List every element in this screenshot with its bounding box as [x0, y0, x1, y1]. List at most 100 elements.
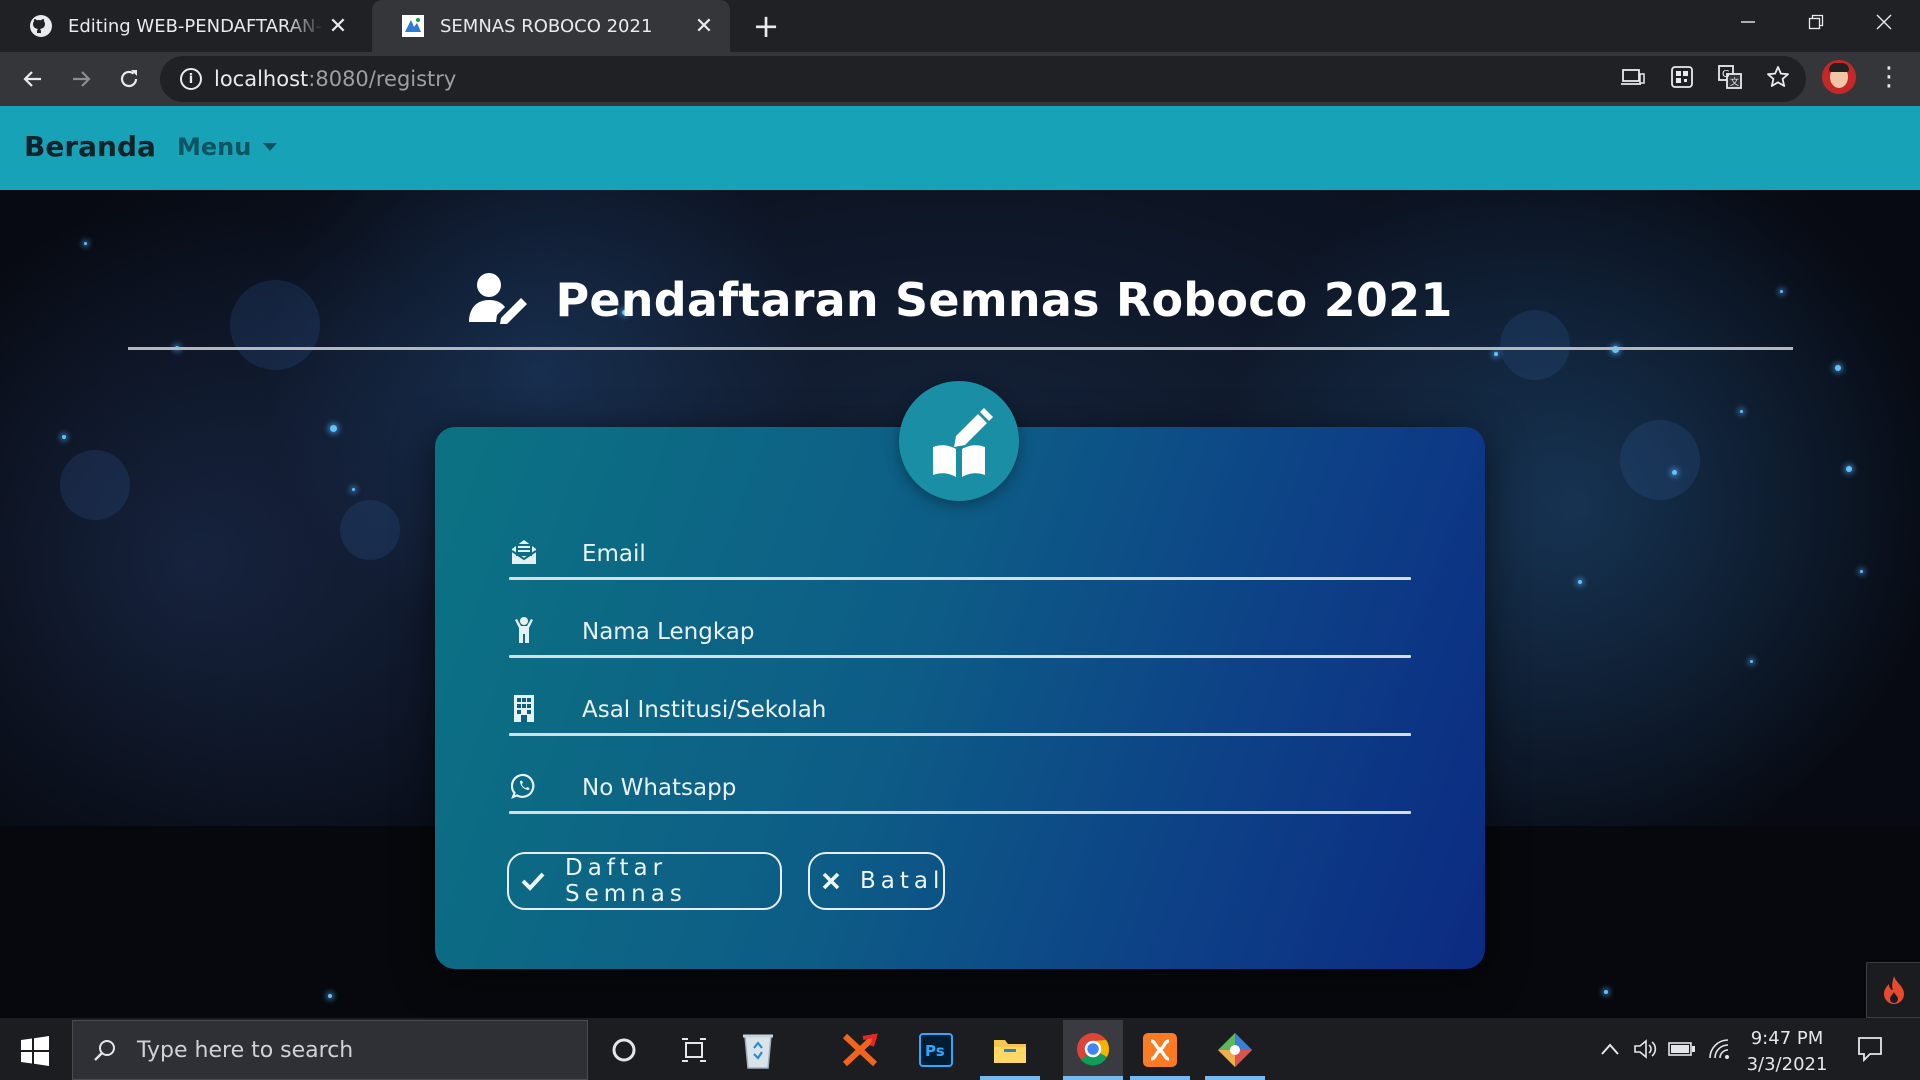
forward-arrow-icon[interactable] [62, 60, 100, 98]
cancel-label: Batal [860, 868, 945, 894]
close-icon [822, 868, 840, 894]
file-explorer-icon[interactable] [988, 1028, 1032, 1072]
xampp-control-icon[interactable] [1138, 1028, 1182, 1072]
whatsapp-icon [509, 771, 539, 801]
star-dot [1846, 466, 1852, 472]
cast-device-icon[interactable] [1620, 64, 1646, 90]
star-dot [62, 435, 66, 439]
tab-title: SEMNAS ROBOCO 2021 [440, 15, 653, 37]
close-tab-icon[interactable]: ✕ [324, 14, 352, 39]
nav-brand-link[interactable]: Beranda [24, 130, 156, 163]
new-tab-button[interactable]: + [748, 8, 784, 44]
address-bar[interactable]: i localhost:8080/registry [160, 56, 1806, 102]
child-person-icon [509, 615, 539, 645]
nav-menu-dropdown[interactable]: Menu [177, 133, 278, 161]
field-underline [509, 577, 1411, 580]
page-heading: Pendaftaran Semnas Roboco 2021 [0, 272, 1920, 328]
url-host: localhost [214, 67, 309, 91]
star-dot [1750, 660, 1753, 663]
check-icon [521, 868, 545, 894]
browser-tab-strip: Editing WEB-PENDAFTARAN-CODEIGNITER ✕ SE… [0, 0, 1920, 52]
svg-text:G: G [1722, 69, 1730, 80]
restore-icon[interactable] [1782, 0, 1850, 44]
star-dot [1740, 410, 1743, 413]
caret-down-icon [263, 143, 278, 151]
bokeh [1620, 420, 1700, 500]
reload-icon[interactable] [110, 60, 148, 98]
clock-date: 3/3/2021 [1746, 1054, 1828, 1075]
back-arrow-icon[interactable] [14, 60, 52, 98]
full-name-label: Nama Lengkap [582, 619, 755, 645]
submit-register-button[interactable]: Daftar Semnas [507, 852, 782, 910]
star-dot [84, 242, 87, 245]
chevron-up-icon[interactable] [1594, 1034, 1626, 1064]
bokeh [340, 500, 400, 560]
field-underline [509, 733, 1411, 736]
github-icon [28, 13, 54, 39]
nav-menu-label: Menu [177, 133, 252, 161]
svg-text:Ps: Ps [925, 1042, 945, 1060]
form-badge [899, 381, 1019, 501]
institution-field[interactable]: Asal Institusi/Sekolah [509, 683, 1411, 761]
star-dot [352, 488, 355, 491]
cancel-button[interactable]: Batal [808, 852, 945, 910]
recycle-bin-icon[interactable] [736, 1028, 780, 1072]
qr-code-icon[interactable] [1669, 64, 1695, 90]
bookmark-star-icon[interactable] [1765, 64, 1791, 90]
submit-label: Daftar Semnas [565, 855, 687, 907]
star-dot [1494, 352, 1498, 356]
field-underline [509, 811, 1411, 814]
active-app-indicator [1063, 1076, 1123, 1080]
user-edit-icon [467, 272, 529, 328]
site-info-icon[interactable]: i [180, 68, 202, 90]
photoshop-icon[interactable]: Ps [914, 1028, 958, 1072]
active-app-indicator [980, 1076, 1040, 1080]
system-clock[interactable]: 9:47 PM 3/3/2021 [1732, 1026, 1842, 1078]
star-dot [1604, 990, 1608, 994]
tab-semnas-roboco[interactable]: SEMNAS ROBOCO 2021 ✕ [372, 0, 730, 52]
star-dot [330, 425, 337, 432]
close-window-icon[interactable] [1850, 0, 1918, 44]
field-underline [509, 655, 1411, 658]
browser-toolbar: i localhost:8080/registry G文 ⋮ [0, 52, 1920, 106]
page-background: Pendaftaran Semnas Roboco 2021 Email Nam… [0, 190, 1920, 1018]
tab-title: Editing WEB-PENDAFTARAN-CODEIGNITER [68, 15, 324, 37]
pencil-book-icon [933, 408, 993, 477]
bokeh [60, 450, 130, 520]
minimize-icon[interactable] [1714, 0, 1782, 44]
email-field[interactable]: Email [509, 527, 1411, 605]
windows-start-icon[interactable] [16, 1032, 54, 1070]
email-label: Email [582, 541, 646, 567]
translate-icon[interactable]: G文 [1717, 64, 1743, 90]
full-name-field[interactable]: Nama Lengkap [509, 605, 1411, 683]
chrome-icon[interactable] [1063, 1020, 1123, 1078]
speaker-icon[interactable] [1630, 1034, 1662, 1064]
cortana-icon[interactable] [602, 1028, 646, 1072]
active-app-indicator [1205, 1076, 1265, 1080]
star-dot [328, 994, 332, 998]
star-dot [1860, 570, 1863, 573]
fire-widget-button[interactable] [1866, 962, 1920, 1018]
git-kraken-icon[interactable] [1213, 1028, 1257, 1072]
building-icon [509, 693, 539, 723]
close-tab-icon[interactable]: ✕ [690, 14, 718, 39]
star-dot [1672, 470, 1677, 475]
xampp-x-icon[interactable] [838, 1028, 882, 1072]
whatsapp-field[interactable]: No Whatsapp [509, 761, 1411, 839]
url-path: :8080/registry [308, 67, 457, 91]
page-title: Pendaftaran Semnas Roboco 2021 [555, 273, 1453, 327]
windows-taskbar: Type here to search Ps 9:47 PM 3/3/2021 [0, 1018, 1920, 1080]
notification-icon[interactable] [1856, 1034, 1886, 1064]
task-view-icon[interactable] [672, 1028, 716, 1072]
tab-github-editing[interactable]: Editing WEB-PENDAFTARAN-CODEIGNITER ✕ [0, 0, 364, 52]
heading-divider [128, 347, 1793, 350]
wifi-icon[interactable] [1703, 1034, 1735, 1064]
taskbar-search-box[interactable]: Type here to search [72, 1020, 588, 1080]
star-dot [1835, 365, 1841, 371]
browser-menu-icon[interactable]: ⋮ [1876, 64, 1902, 94]
profile-avatar[interactable] [1822, 60, 1856, 94]
battery-icon[interactable] [1666, 1034, 1698, 1064]
search-placeholder: Type here to search [137, 1037, 354, 1063]
envelope-open-icon [509, 537, 539, 567]
star-dot [1578, 580, 1582, 584]
